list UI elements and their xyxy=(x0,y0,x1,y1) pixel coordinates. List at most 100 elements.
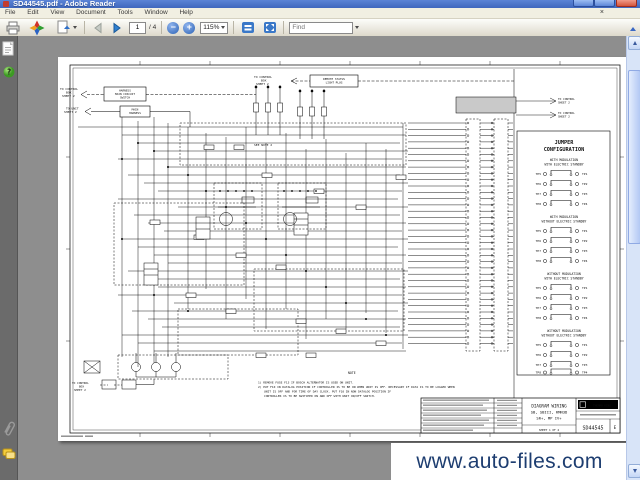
scroll-up-button[interactable] xyxy=(628,36,640,50)
svg-text:WITHOUT ELECTRIC STANDBY: WITHOUT ELECTRIC STANDBY xyxy=(542,334,587,338)
svg-text:?: ? xyxy=(7,68,12,77)
svg-text:WITHOUT MODULATION: WITHOUT MODULATION xyxy=(547,272,581,276)
acrobat-collaborate-icon xyxy=(29,20,45,36)
title-bar[interactable]: SD44545.pdf - Adobe Reader xyxy=(0,0,640,8)
svg-text:TP8: TP8 xyxy=(536,371,542,375)
find-dropdown-caret[interactable] xyxy=(355,26,359,29)
top-right-labels: TO CONTROL SHEET 2 TO CONTROL SHEET 2 xyxy=(456,97,575,118)
svg-text:SHEET 2: SHEET 2 xyxy=(62,94,75,98)
find-box xyxy=(289,22,359,34)
page-number-input[interactable] xyxy=(129,22,146,34)
svg-text:TP6: TP6 xyxy=(536,182,542,186)
maximize-button[interactable] xyxy=(594,0,615,7)
svg-text:WITH ELECTRIC STANDBY: WITH ELECTRIC STANDBY xyxy=(544,163,583,167)
attachments-paperclip-icon[interactable] xyxy=(4,420,15,438)
zoom-level-select[interactable]: 115% xyxy=(200,22,228,34)
comments-panel-icon[interactable] xyxy=(2,448,16,460)
zoom-in-button[interactable]: + xyxy=(183,22,195,34)
svg-text:TP7: TP7 xyxy=(536,249,542,253)
toolbar-separator xyxy=(283,21,284,34)
svg-text:THERMO KING: THERMO KING xyxy=(593,404,611,408)
previous-page-button[interactable] xyxy=(90,20,105,35)
collaborate-button[interactable] xyxy=(27,20,47,35)
pdf-page: TO CONTROL BOX SHEET 2 HARNESS MAIN CIRC… xyxy=(58,57,626,441)
pages-panel-icon[interactable] xyxy=(2,41,15,57)
print-button[interactable] xyxy=(3,20,23,35)
svg-text:WITHOUT MODULATION: WITHOUT MODULATION xyxy=(547,329,581,333)
watermark-text: www.auto-files.com xyxy=(416,450,602,474)
toolbar-separator xyxy=(84,21,85,34)
svg-text:TP5: TP5 xyxy=(536,286,542,290)
top-left-labels: TO CONTROL BOX SHEET 2 HARNESS MAIN CIRC… xyxy=(60,75,514,127)
svg-text:TP6: TP6 xyxy=(536,296,542,300)
menu-view[interactable]: View xyxy=(45,8,69,17)
svg-text:CONFIGURATION: CONFIGURATION xyxy=(544,147,585,153)
menubar-close-icon[interactable]: × xyxy=(600,9,604,16)
fullscreen-button[interactable] xyxy=(261,20,278,35)
next-page-icon xyxy=(111,22,123,34)
svg-text:TP7: TP7 xyxy=(536,363,542,367)
wiring-diagram: TO CONTROL BOX SHEET 2 HARNESS MAIN CIRC… xyxy=(58,57,626,441)
svg-text:NOTE: NOTE xyxy=(348,371,356,375)
next-page-button[interactable] xyxy=(109,20,124,35)
schematic-components xyxy=(121,142,406,358)
share-button[interactable] xyxy=(53,20,79,35)
fullscreen-icon xyxy=(263,21,277,34)
find-input[interactable] xyxy=(289,22,353,34)
svg-text:TP6: TP6 xyxy=(536,239,542,243)
share-document-icon xyxy=(55,20,71,35)
scrollbar-thumb[interactable] xyxy=(628,70,640,244)
jumper-configuration-panel: JUMPER CONFIGURATION WITH MODULATION WIT… xyxy=(517,131,610,375)
toolbar-expand-chevron-icon[interactable] xyxy=(630,27,636,31)
drawing-notes: NOTE 1) REMOVE FUSE F13 IF BOSCH ALTERNA… xyxy=(258,371,455,398)
menu-window[interactable]: Window xyxy=(140,8,173,17)
svg-text:SHEET 2: SHEET 2 xyxy=(64,110,77,114)
vertical-scrollbar[interactable] xyxy=(626,36,640,480)
svg-text:SR+, MP IV+: SR+, MP IV+ xyxy=(536,416,562,421)
minimize-button[interactable] xyxy=(573,0,594,7)
page-total-label: / 4 xyxy=(149,24,156,31)
menu-help[interactable]: Help xyxy=(174,8,197,17)
svg-text:TP3: TP3 xyxy=(582,249,588,253)
terminal-strips xyxy=(408,119,513,351)
svg-text:JUMPER: JUMPER xyxy=(555,140,575,146)
toolbar-separator xyxy=(161,21,162,34)
adobe-app-icon xyxy=(3,1,9,7)
previous-page-icon xyxy=(92,22,104,34)
scrolling-mode-button[interactable] xyxy=(239,20,256,35)
menu-document[interactable]: Document xyxy=(71,8,111,17)
svg-text:TP6: TP6 xyxy=(536,353,542,357)
help-icon[interactable]: ? xyxy=(3,66,15,78)
menu-file[interactable]: File xyxy=(0,8,20,17)
svg-text:SHEET 2: SHEET 2 xyxy=(558,114,570,118)
content-area: ? xyxy=(0,36,640,480)
share-dropdown-caret xyxy=(73,26,77,29)
svg-text:TP8: TP8 xyxy=(536,259,542,263)
svg-text:TP8: TP8 xyxy=(536,316,542,320)
svg-text:TP1: TP1 xyxy=(582,229,588,233)
corner-stamp xyxy=(61,436,93,437)
svg-text:TP7: TP7 xyxy=(536,306,542,310)
svg-text:SHEET 1 OF 4: SHEET 1 OF 4 xyxy=(539,428,560,432)
scroll-down-arrow-icon xyxy=(633,469,637,473)
svg-text:SWITCH: SWITCH xyxy=(120,96,130,100)
svg-text:SHEET 2: SHEET 2 xyxy=(74,388,86,392)
svg-text:TP2: TP2 xyxy=(582,239,588,243)
svg-text:1) REMOVE FUSE F13 IF BOSCH AL: 1) REMOVE FUSE F13 IF BOSCH ALTERNATOR I… xyxy=(258,381,354,385)
bottom-left-group: TO CONTROL BOX SHEET 2 xyxy=(72,353,228,392)
printer-icon xyxy=(5,21,21,35)
svg-text:TP1: TP1 xyxy=(582,172,588,176)
menu-edit[interactable]: Edit xyxy=(22,8,43,17)
svg-text:SD44545: SD44545 xyxy=(582,426,603,432)
see-note-label: SEE NOTE 2 xyxy=(254,143,272,147)
svg-text:SHEET 2: SHEET 2 xyxy=(256,82,269,86)
svg-text:TP4: TP4 xyxy=(582,316,588,320)
zoom-out-button[interactable]: − xyxy=(167,22,179,34)
scroll-down-button[interactable] xyxy=(628,464,640,478)
menu-tools[interactable]: Tools xyxy=(113,8,138,17)
svg-text:HARNESS: HARNESS xyxy=(129,111,141,115)
close-button[interactable] xyxy=(616,0,637,7)
svg-text:TP2: TP2 xyxy=(582,353,588,357)
svg-text:TP5: TP5 xyxy=(536,172,542,176)
schematic-mesh xyxy=(78,117,408,367)
